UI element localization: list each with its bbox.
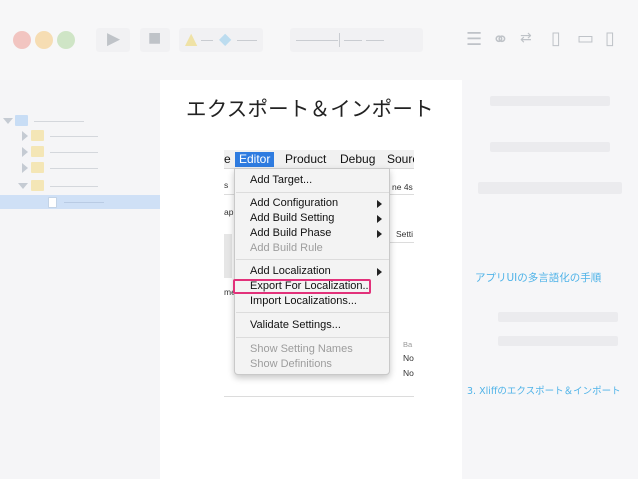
device-name-placeholder	[237, 40, 257, 41]
app-target-icon: ▲	[185, 29, 198, 48]
navigator-toggle-icon[interactable]: ▯	[551, 28, 561, 49]
background-text: ne 4s	[392, 182, 413, 192]
stop-icon: ■	[148, 30, 162, 46]
background-text: Ba	[403, 340, 413, 349]
link-localization-steps[interactable]: アプリUIの多言語化の手順	[475, 270, 601, 285]
folder-icon	[31, 130, 44, 141]
background-text: s	[224, 180, 229, 190]
assistant-editor-icon[interactable]: ⚭	[492, 27, 509, 51]
activity-status-placeholder	[366, 40, 384, 41]
navigator-item-label[interactable]	[34, 121, 84, 122]
activity-text-placeholder	[296, 40, 338, 41]
window-toolbar: ▶ ■ ▲ ◆ ☰ ⚭ ⇄ ▯ ▭ ▯	[0, 0, 638, 80]
background-divider	[390, 242, 414, 243]
disclosure-triangle-icon[interactable]	[22, 147, 28, 157]
editor-menu-dropdown: Add Target... Add Configuration Add Buil…	[234, 168, 390, 375]
navigator-item-label[interactable]	[50, 152, 98, 153]
menu-item-import-localizations[interactable]: Import Localizations...	[250, 295, 357, 308]
folder-icon	[31, 180, 44, 191]
utilities-toggle-icon[interactable]: ▯	[605, 28, 615, 49]
disclosure-triangle-icon[interactable]	[3, 118, 13, 124]
menu-debug[interactable]: Debug	[340, 152, 375, 167]
scheme-name-placeholder	[201, 40, 213, 41]
project-icon	[15, 115, 28, 126]
menu-separator	[236, 259, 389, 260]
background-divider	[224, 396, 414, 397]
menu-item-add-configuration[interactable]: Add Configuration	[250, 197, 338, 210]
menu-item-show-definitions: Show Definitions	[250, 358, 332, 370]
inspector-placeholder-bar	[498, 336, 618, 346]
scheme-selector[interactable]: ▲ ◆	[179, 28, 263, 52]
navigator-item-label[interactable]	[50, 186, 98, 187]
activity-status-placeholder	[344, 40, 362, 41]
menu-separator	[236, 312, 389, 313]
background-text: No	[403, 368, 414, 378]
menu-editor[interactable]: Editor	[235, 152, 275, 167]
zoom-window-button[interactable]	[57, 31, 75, 49]
menu-item-add-target[interactable]: Add Target...	[250, 174, 312, 187]
menu-item-add-build-setting[interactable]: Add Build Setting	[250, 212, 334, 225]
menu-item-add-build-rule: Add Build Rule	[250, 242, 323, 254]
inspector-placeholder-bar	[478, 182, 622, 194]
minimize-window-button[interactable]	[35, 31, 53, 49]
standard-editor-icon[interactable]: ☰	[466, 29, 482, 50]
background-text: ap	[224, 207, 234, 217]
highlight-annotation-box	[233, 279, 371, 294]
menu-product[interactable]: Product	[285, 152, 326, 167]
submenu-arrow-icon	[377, 230, 382, 238]
run-button[interactable]: ▶	[96, 28, 130, 52]
background-text: No	[403, 353, 414, 363]
stop-button[interactable]: ■	[140, 28, 170, 52]
slide-title: エクスポート＆インポート	[186, 97, 434, 121]
close-window-button[interactable]	[13, 31, 31, 49]
background-panel	[224, 234, 232, 278]
link-xliff-export-import[interactable]: 3. Xliffのエクスポート＆インポート	[467, 383, 621, 397]
submenu-arrow-icon	[377, 268, 382, 276]
menu-source-control[interactable]: Sourc	[387, 152, 414, 167]
disclosure-triangle-icon[interactable]	[22, 131, 28, 141]
inspector-placeholder-bar	[490, 142, 610, 152]
menu-item-validate-settings[interactable]: Validate Settings...	[250, 319, 341, 332]
menu-separator	[236, 192, 389, 193]
file-icon	[48, 197, 57, 208]
menu-bar-partial-item[interactable]: e	[224, 152, 231, 167]
menu-item-add-localization[interactable]: Add Localization	[250, 265, 331, 278]
version-editor-icon[interactable]: ⇄	[520, 30, 532, 46]
inspector-placeholder-bar	[498, 312, 618, 322]
inspector-placeholder-bar	[490, 96, 610, 106]
xcode-menu-screenshot: e Editor Product Debug Sourc s ap me ne …	[224, 150, 414, 398]
navigator-item-label[interactable]	[50, 168, 98, 169]
menu-separator	[236, 337, 389, 338]
navigator-item-label[interactable]	[64, 202, 104, 203]
activity-view	[290, 28, 423, 52]
folder-icon	[31, 146, 44, 157]
disclosure-triangle-icon[interactable]	[18, 183, 28, 189]
debug-area-toggle-icon[interactable]: ▭	[577, 28, 594, 49]
device-icon: ◆	[219, 29, 232, 48]
folder-icon	[31, 162, 44, 173]
disclosure-triangle-icon[interactable]	[22, 163, 28, 173]
menu-item-show-setting-names: Show Setting Names	[250, 343, 353, 355]
play-icon: ▶	[107, 29, 121, 49]
submenu-arrow-icon	[377, 215, 382, 223]
submenu-arrow-icon	[377, 200, 382, 208]
menu-bar: e Editor Product Debug Sourc	[224, 150, 414, 169]
menu-item-add-build-phase[interactable]: Add Build Phase	[250, 227, 331, 240]
activity-divider	[339, 33, 340, 47]
background-text: Setti	[396, 229, 414, 239]
navigator-item-label[interactable]	[50, 136, 98, 137]
